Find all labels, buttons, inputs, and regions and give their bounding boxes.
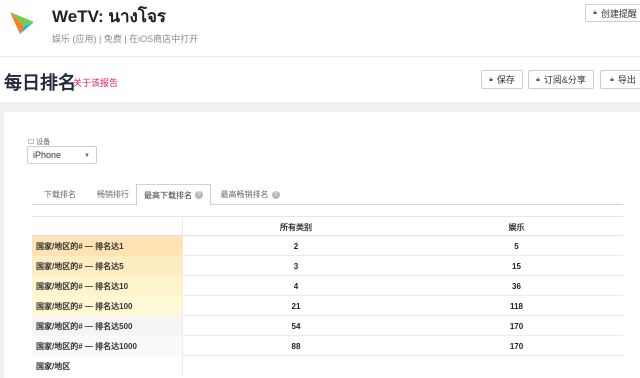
device-selected-value: iPhone — [33, 150, 62, 160]
app-meta: 娱乐 (应用) | 免费 | 在iOS商店中打开 — [52, 34, 199, 44]
value-all: 54 — [291, 321, 301, 331]
value-entertainment: 15 — [512, 261, 521, 271]
row-label: 国家/地区的# — 排名达10 — [32, 276, 182, 296]
caret-down-icon: ▼ — [84, 153, 90, 159]
tab-top-bestseller-rank[interactable]: 最高畅销排名 ? — [216, 184, 284, 205]
country-region-header: 国家/地区 — [36, 362, 71, 371]
wetv-logo-icon — [10, 12, 34, 34]
lock-icon: 🔒︎ — [610, 75, 614, 83]
tab-top-download-rank[interactable]: 最高下载排名 ? — [136, 184, 211, 206]
lock-icon: 🔒︎ — [593, 9, 597, 16]
save-button[interactable]: 🔒︎ 保存 — [481, 70, 523, 89]
save-label: 保存 — [496, 75, 515, 85]
table-row: 国家/地区的# — 排名达1000 88 170 — [32, 336, 623, 356]
table-row: 国家/地区的# — 排名达10 4 36 — [32, 276, 623, 296]
subscribe-label: 订阅&分享 — [543, 75, 586, 85]
tab-bestseller-rank[interactable]: 畅销排行 — [88, 184, 138, 205]
value-all: 4 — [293, 281, 299, 291]
table-row: 国家/地区的# — 排名达100 21 118 — [32, 296, 623, 316]
report-panel: ☐ 设备 iPhone ▼ 下载排名 畅销排行 最高下载排名 ? 最高畅销排名 … — [4, 112, 640, 378]
lock-icon: 🔒︎ — [489, 75, 493, 83]
row-label: 国家/地区的# — 排名达100 — [32, 296, 182, 316]
value-all: 21 — [291, 301, 301, 311]
export-label: 导出 — [617, 75, 636, 85]
value-entertainment: 170 — [509, 321, 524, 331]
table-row: 国家/地区的# — 排名达1 2 5 — [32, 236, 623, 256]
tab-download-rank[interactable]: 下载排名 — [32, 184, 88, 205]
lock-icon: 🔒︎ — [536, 75, 540, 83]
device-select[interactable]: iPhone ▼ — [27, 146, 97, 164]
value-all: 3 — [293, 261, 299, 271]
column-header-all: 所有类别 — [280, 222, 312, 232]
table-row: 国家/地区的# — 排名达5 3 15 — [32, 256, 623, 276]
row-label: 国家/地区的# — 排名达1 — [32, 236, 182, 256]
value-all: 88 — [291, 341, 301, 351]
column-header-entertainment: 娱乐 — [508, 222, 525, 232]
value-entertainment: 118 — [510, 301, 523, 311]
value-entertainment: 36 — [512, 281, 521, 291]
about-report-link[interactable]: 关于该报告 — [73, 76, 118, 89]
report-header: 每日排名 关于该报告 🔒︎ 保存 🔒︎ 订阅&分享 🔒︎ 导出 — [0, 56, 640, 102]
row-label: 国家/地区的# — 排名达1000 — [32, 336, 182, 356]
app-header: WeTV: นางโจร 娱乐 (应用) | 免费 | 在iOS商店中打开 🔒︎… — [0, 0, 640, 56]
export-button[interactable]: 🔒︎ 导出 — [600, 70, 640, 89]
value-entertainment: 170 — [509, 341, 524, 351]
subscribe-share-button[interactable]: 🔒︎ 订阅&分享 — [528, 70, 594, 89]
create-alert-button[interactable]: 🔒︎ 创建提醒 — [585, 4, 640, 22]
row-label: 国家/地区的# — 排名达500 — [32, 316, 182, 336]
table-header: 所有类别 娱乐 — [32, 216, 623, 236]
ranking-tabs: 下载排名 畅销排行 最高下载排名 ? 最高畅销排名 ? — [32, 184, 623, 206]
page-title: 每日排名 — [4, 73, 76, 93]
value-entertainment: 5 — [514, 241, 519, 251]
help-icon[interactable]: ? — [271, 190, 280, 199]
create-alert-label: 创建提醒 — [600, 8, 637, 19]
row-label: 国家/地区的# — 排名达5 — [32, 256, 182, 276]
value-all: 2 — [293, 241, 299, 251]
app-title: WeTV: นางโจร — [52, 7, 167, 26]
help-icon[interactable]: ? — [195, 191, 203, 199]
table-row: 国家/地区的# — 排名达500 54 170 — [32, 316, 623, 336]
